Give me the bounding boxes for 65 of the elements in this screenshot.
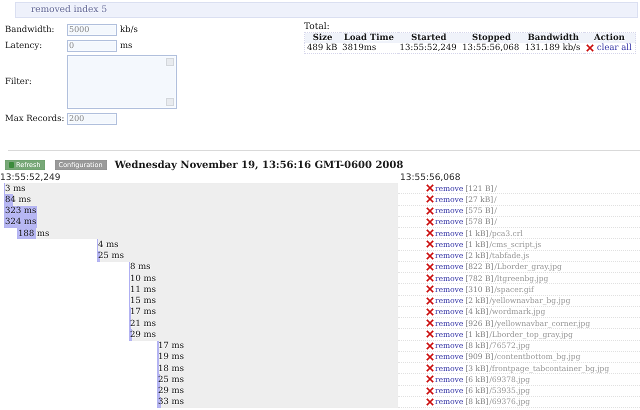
start-time: 13:55:52,249 (0, 172, 62, 182)
date-heading: Wednesday November 19, 13:56:16 GMT-0600 2008 (114, 160, 404, 170)
refresh-icon (9, 162, 14, 168)
field-label: Bandwidth: (5, 24, 56, 34)
table-cell: 13:55:56,068 (460, 43, 523, 54)
cross-icon[interactable] (426, 375, 434, 384)
unit-label: kb/s (120, 24, 138, 34)
duration-label: 19 ms (157, 352, 184, 362)
duration-label: 4 ms (97, 240, 119, 250)
column-header: Bandwidth (522, 32, 584, 43)
cross-icon[interactable] (426, 195, 434, 204)
cross-icon[interactable] (426, 319, 434, 328)
cross-icon[interactable] (426, 252, 434, 260)
field-label: Max Records: (5, 114, 66, 124)
cross-icon[interactable] (426, 285, 434, 294)
cross-icon[interactable] (426, 342, 434, 350)
clear-all-link[interactable]: clear all (596, 43, 632, 53)
table-cell: 489 kB (304, 43, 340, 54)
duration-label: 25 ms (97, 251, 124, 262)
cross-icon[interactable] (426, 206, 434, 215)
table-cell: 3819ms (340, 43, 398, 54)
column-header: Load Time (340, 32, 398, 43)
duration-label: 324 ms (4, 217, 36, 228)
column-header: Started (398, 32, 460, 43)
duration-label: 25 ms (157, 374, 184, 385)
field-label: Latency: (5, 40, 44, 50)
cross-icon[interactable] (426, 229, 434, 238)
duration-label: 11 ms (129, 284, 156, 295)
duration-label: 84 ms (4, 194, 31, 205)
duration-label: 29 ms (157, 386, 184, 396)
duration-label: 323 ms (4, 206, 36, 216)
table-cell: 131.189 kb/s (522, 43, 584, 54)
duration-label: 3 ms (4, 184, 26, 194)
cross-icon[interactable] (426, 352, 434, 361)
duration-label: 18 ms (157, 364, 184, 374)
column-header: Action (584, 32, 636, 43)
cross-icon[interactable] (426, 296, 434, 305)
cross-icon[interactable] (426, 308, 434, 316)
duration-label: 33 ms (157, 397, 184, 408)
cross-icon[interactable] (586, 44, 594, 52)
cross-icon[interactable] (426, 364, 434, 372)
cross-icon[interactable] (426, 240, 434, 248)
cross-icon[interactable] (426, 274, 434, 282)
duration-label: 10 ms (129, 274, 156, 284)
cross-icon[interactable] (426, 262, 434, 271)
duration-label: 17 ms (129, 307, 156, 318)
cross-icon[interactable] (426, 218, 434, 226)
field-label: Filter: (5, 77, 33, 87)
duration-label: 17 ms (157, 341, 184, 352)
column-header: Stopped (460, 32, 523, 43)
column-header: Size (304, 32, 340, 43)
total-label: Total: (304, 22, 331, 32)
end-time: 13:55:56,068 (399, 172, 460, 182)
cross-icon[interactable] (426, 330, 434, 338)
duration-label: 15 ms (129, 296, 156, 306)
unit-label: ms (120, 40, 132, 50)
table-cell: 13:55:52,249 (398, 43, 460, 54)
duration-label: 8 ms (129, 262, 151, 272)
cross-icon[interactable] (426, 398, 434, 406)
duration-label: 29 ms (129, 330, 156, 340)
page-title: removed index 5 (31, 5, 108, 15)
cross-icon[interactable] (426, 386, 434, 395)
duration-label: 21 ms (129, 318, 156, 329)
cross-icon[interactable] (426, 184, 434, 192)
duration-label: 188 ms (17, 228, 50, 239)
